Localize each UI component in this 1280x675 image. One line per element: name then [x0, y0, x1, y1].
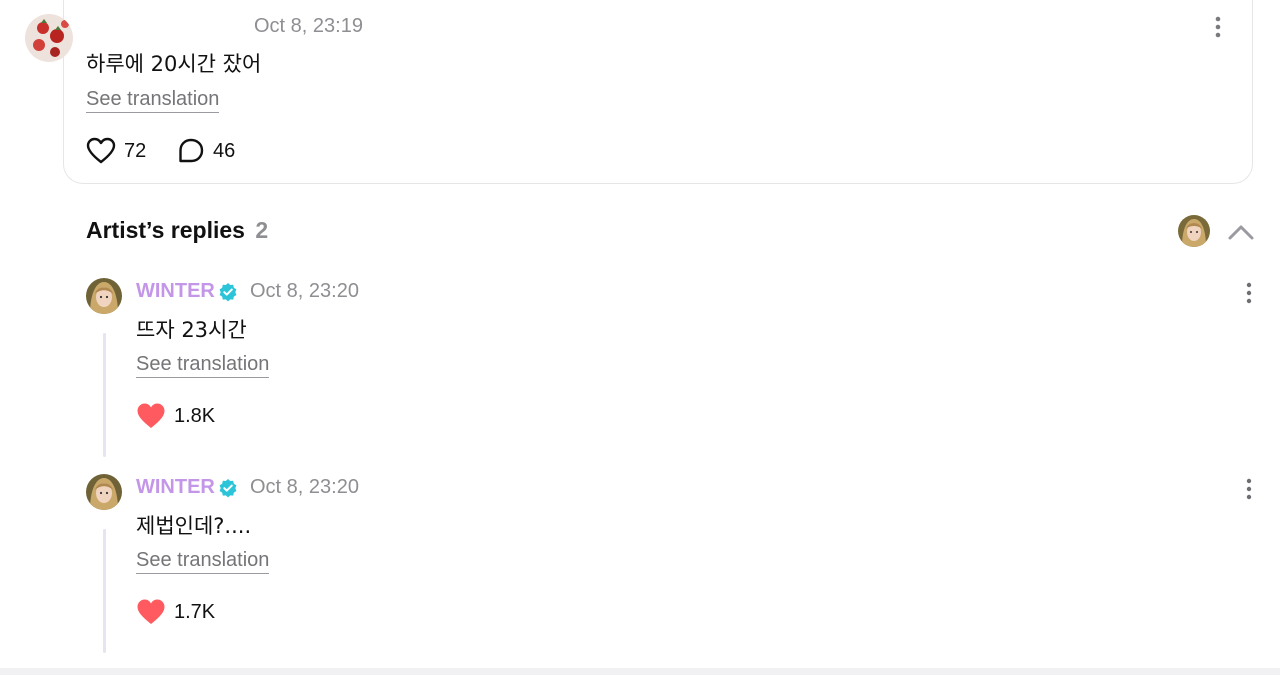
bottom-divider [0, 668, 1280, 675]
artist-replies-header: Artist’s replies 2 [86, 217, 268, 244]
reply-item: WINTER Oct 8, 23:20 제법인데?.... See transl… [0, 474, 1280, 664]
post-comment-button[interactable]: 46 [177, 137, 235, 165]
reply-timestamp: Oct 8, 23:20 [250, 280, 359, 302]
comment-bubble-icon [179, 138, 204, 163]
post-more-options-icon[interactable] [1208, 14, 1228, 40]
post-like-button[interactable]: 72 [86, 137, 146, 165]
reply-author-name[interactable]: WINTER [136, 476, 215, 499]
reply-thread-line [103, 333, 106, 457]
post-card [63, 0, 1253, 184]
artist-avatar-small [1178, 215, 1210, 247]
reply-timestamp: Oct 8, 23:20 [250, 476, 359, 498]
artist-replies-count: 2 [255, 217, 269, 243]
verified-badge-icon [219, 283, 237, 302]
chevron-up-icon [1228, 225, 1254, 240]
reply-thread-line [103, 529, 106, 653]
post-author-avatar[interactable] [25, 14, 73, 62]
artist-replies-title: Artist’s replies [86, 217, 245, 243]
reply-like-button[interactable]: 1.7K [136, 598, 215, 626]
reply-item: WINTER Oct 8, 23:20 뜨자 23시간 See translat… [0, 278, 1280, 468]
reply-author-avatar[interactable] [86, 474, 122, 510]
post-see-translation-link[interactable]: See translation [86, 87, 220, 113]
reply-author-avatar[interactable] [86, 278, 122, 314]
reply-like-button[interactable]: 1.8K [136, 402, 215, 430]
reply-text: 뜨자 23시간 [136, 318, 247, 342]
reply-more-options-icon[interactable] [1240, 280, 1258, 306]
reply-like-count: 1.8K [174, 404, 216, 427]
post-comment-count: 46 [213, 139, 236, 162]
heart-filled-icon [137, 599, 165, 624]
reply-see-translation-link[interactable]: See translation [136, 548, 270, 574]
post-text: 하루에 20시간 잤어 [86, 52, 262, 76]
post-timestamp: Oct 8, 23:19 [254, 15, 363, 37]
post-detail-page: Oct 8, 23:19 하루에 20시간 잤어 See translation… [0, 0, 1280, 675]
reply-text: 제법인데?.... [136, 514, 252, 538]
verified-badge-icon [219, 479, 237, 498]
reply-see-translation-link[interactable]: See translation [136, 352, 270, 378]
post-like-count: 72 [124, 139, 147, 162]
heart-outline-icon [86, 137, 116, 164]
reply-like-count: 1.7K [174, 600, 216, 623]
reply-author-name[interactable]: WINTER [136, 280, 215, 303]
reply-more-options-icon[interactable] [1240, 476, 1258, 502]
collapse-replies-button[interactable] [1226, 220, 1256, 244]
heart-filled-icon [137, 403, 165, 428]
